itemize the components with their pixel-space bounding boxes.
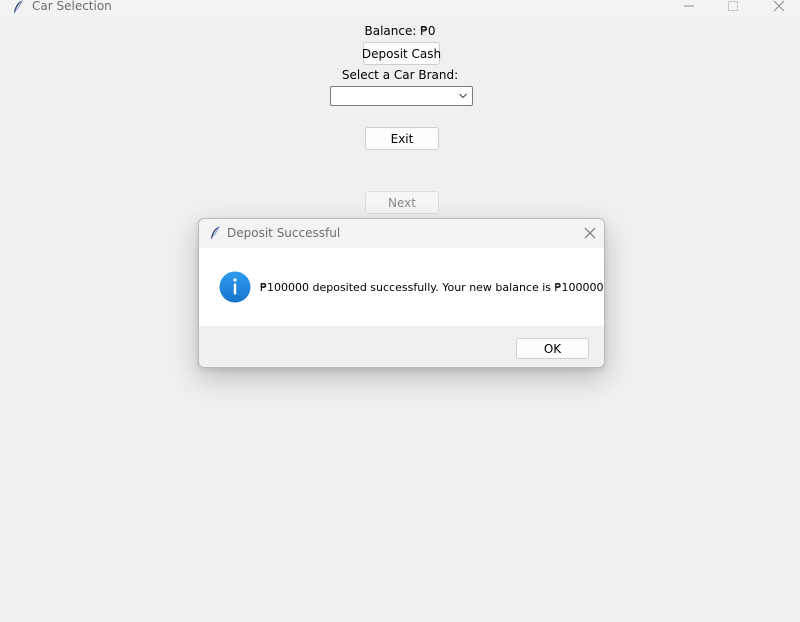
brand-prompt-label: Select a Car Brand: <box>341 68 459 82</box>
maximize-button[interactable] <box>710 0 756 16</box>
main-window: Car Selection Balance: ₱0 Deposit Cash S… <box>0 0 800 622</box>
dialog-title: Deposit Successful <box>227 226 341 240</box>
dialog-message: ₱100000 deposited successfully. Your new… <box>260 281 605 294</box>
ok-button[interactable]: OK <box>516 338 589 359</box>
maximize-icon <box>728 1 738 11</box>
close-icon <box>773 0 785 12</box>
car-brand-select[interactable] <box>330 86 473 106</box>
close-icon[interactable] <box>583 226 597 240</box>
minimize-button[interactable] <box>666 0 712 16</box>
feather-icon <box>211 226 220 239</box>
window-title: Car Selection <box>32 0 112 13</box>
chevron-down-icon <box>459 93 467 99</box>
dialog-title-bar: Deposit Successful <box>199 219 604 248</box>
close-button[interactable] <box>756 0 800 16</box>
info-icon <box>219 271 251 303</box>
title-bar: Car Selection <box>0 0 800 16</box>
exit-button[interactable]: Exit <box>365 127 439 150</box>
dialog-body: ₱100000 deposited successfully. Your new… <box>199 248 604 326</box>
balance-label: Balance: ₱0 <box>364 24 436 38</box>
minimize-icon <box>684 5 694 7</box>
deposit-dialog: Deposit Successful ₱100000 deposited suc… <box>198 218 605 368</box>
next-button[interactable]: Next <box>365 191 439 214</box>
deposit-cash-button[interactable]: Deposit Cash <box>362 42 441 65</box>
feather-icon <box>14 0 23 13</box>
